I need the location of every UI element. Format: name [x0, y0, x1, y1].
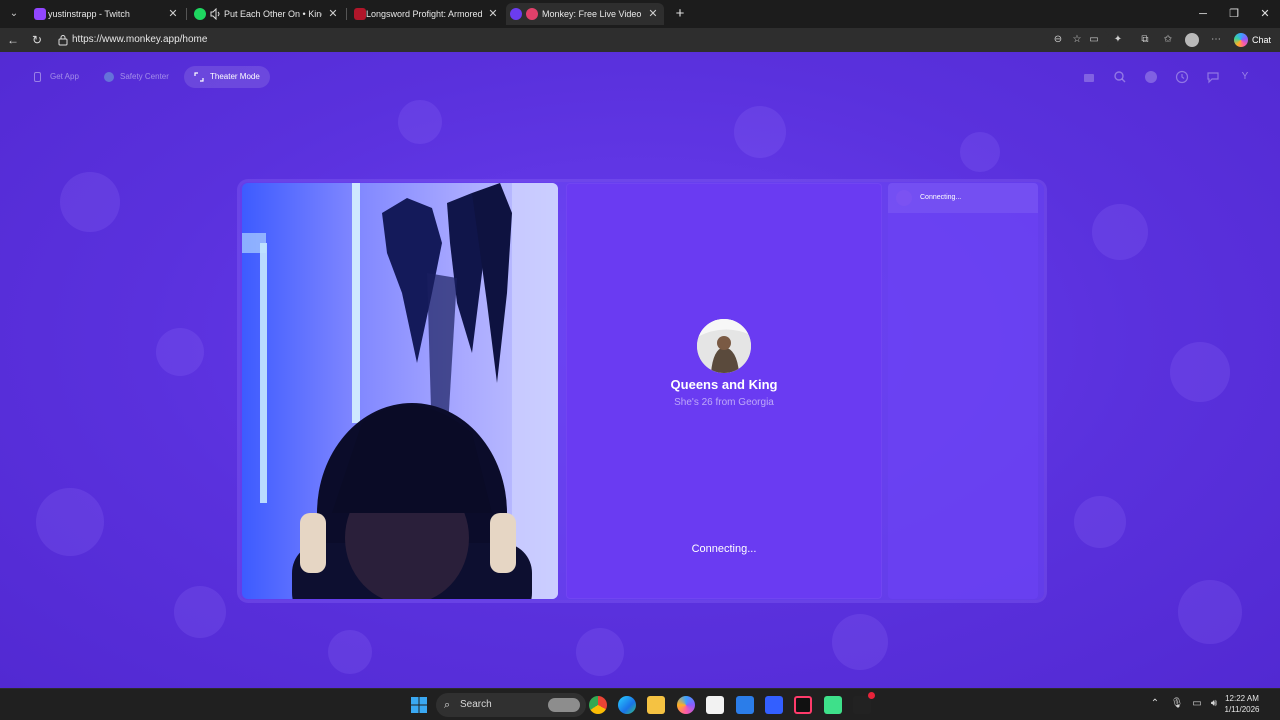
tab-title: Longsword Profight: Armored MM	[366, 9, 482, 19]
shop-icon[interactable]	[1082, 70, 1096, 84]
clock-time: 12:22 AM	[1225, 694, 1259, 703]
close-tab-icon[interactable]: ✕	[646, 3, 660, 25]
chrome-icon[interactable]	[589, 696, 607, 714]
close-window-icon[interactable]: ✕	[1250, 0, 1280, 28]
close-tab-icon[interactable]: ✕	[326, 3, 340, 25]
tab-separator	[346, 8, 347, 20]
safety-center-label: Safety Center	[120, 72, 169, 81]
friends-icon[interactable]	[1144, 70, 1158, 84]
shield-icon	[104, 72, 114, 82]
get-app-link[interactable]: Get App	[24, 66, 89, 88]
profile-button[interactable]: Y	[1238, 70, 1252, 84]
recording-icon	[526, 8, 538, 20]
tab-title: Monkey: Free Live Video Chat	[542, 9, 642, 19]
url-text[interactable]: https://www.monkey.app/home	[72, 30, 207, 50]
messages-icon[interactable]	[1206, 70, 1220, 84]
monkey-icon	[510, 8, 522, 20]
peer-avatar	[697, 319, 751, 373]
peer-name: Queens and King	[670, 377, 778, 392]
more-menu-icon[interactable]: ⋯	[1208, 32, 1224, 48]
network-icon[interactable]: ▭	[1190, 697, 1204, 711]
tab-title: yustinstrapp - Twitch	[48, 9, 130, 19]
expand-icon	[194, 72, 204, 82]
windows-taskbar: ⌕ Search ⌃ 🎙︎ ▭ 🔊︎ 12:22 AM 1/11/2026	[0, 688, 1280, 720]
start-windows-icon[interactable]	[410, 696, 428, 714]
spotify-icon	[194, 8, 206, 20]
system-clock[interactable]: 12:22 AM 1/11/2026	[1222, 693, 1262, 715]
microphone-icon[interactable]: 🎙︎	[1170, 697, 1184, 711]
youtube-icon	[354, 8, 366, 20]
tab-monkey[interactable]: Monkey: Free Live Video Chat ✕	[506, 3, 664, 25]
tab-title: Put Each Other On • King Hen	[224, 9, 322, 19]
chat-panel: Connecting...	[888, 183, 1038, 599]
app-triangle-icon[interactable]	[853, 692, 875, 714]
tab-separator	[186, 8, 187, 20]
file-explorer-icon[interactable]	[647, 696, 665, 714]
copilot-chat-button[interactable]: Chat	[1232, 30, 1276, 50]
minimize-icon[interactable]: ─	[1188, 0, 1218, 28]
search-highlight-icon	[548, 698, 580, 712]
get-app-label: Get App	[50, 72, 79, 81]
collections-icon[interactable]: ⧉	[1137, 32, 1153, 48]
chat-label: Chat	[1252, 35, 1272, 45]
chat-message-row: Connecting...	[888, 183, 1038, 213]
monkey-avatar-icon	[896, 190, 912, 206]
tab-actions-chevron-icon[interactable]: ⌄	[4, 4, 24, 24]
tab-twitch[interactable]: yustinstrapp - Twitch ✕	[28, 3, 184, 25]
notification-dot-icon	[868, 692, 875, 699]
phone-icon	[34, 72, 41, 82]
taskbar-search[interactable]: ⌕ Search	[436, 693, 586, 717]
self-camera-view	[242, 183, 558, 599]
theater-mode-button[interactable]: Theater Mode	[184, 66, 270, 88]
mail-icon[interactable]	[736, 696, 754, 714]
favorite-star-icon[interactable]: ☆	[1069, 32, 1085, 48]
url-bar[interactable]: https://www.monkey.app/home	[50, 30, 1110, 50]
app-green-icon[interactable]	[824, 696, 842, 714]
clock-date: 1/11/2026	[1224, 705, 1260, 714]
address-toolbar: ← ↻ https://www.monkey.app/home ⊖ ☆ ▭ ✦ …	[0, 28, 1280, 52]
camera-in-use-icon[interactable]: ▭	[1086, 32, 1102, 48]
copilot-icon	[1234, 33, 1248, 47]
zoom-icon[interactable]: ⊖	[1050, 32, 1066, 48]
close-tab-icon[interactable]: ✕	[486, 3, 500, 25]
theater-mode-label: Theater Mode	[210, 72, 260, 81]
profile-avatar-icon[interactable]	[1184, 32, 1200, 48]
tiktok-icon[interactable]	[794, 696, 812, 714]
monkey-page: Get App Safety Center Theater Mode Y Que…	[0, 52, 1280, 688]
roblox-icon[interactable]	[765, 696, 783, 714]
close-tab-icon[interactable]: ✕	[166, 3, 180, 25]
extensions-icon[interactable]: ✦	[1110, 32, 1126, 48]
search-icon[interactable]	[1113, 70, 1127, 84]
copilot-icon[interactable]	[677, 696, 695, 714]
tab-longsword[interactable]: Longsword Profight: Armored MM ✕	[348, 3, 504, 25]
site-info-icon[interactable]	[58, 34, 68, 46]
edge-icon[interactable]	[618, 696, 636, 714]
tab-spotify[interactable]: Put Each Other On • King Hen ✕	[188, 3, 344, 25]
show-hidden-icons-chevron-icon[interactable]: ⌃	[1148, 697, 1162, 711]
volume-icon[interactable]: 🔊︎	[1207, 697, 1221, 711]
peer-subtitle: She's 26 from Georgia	[674, 397, 774, 408]
new-tab-button[interactable]: +	[670, 4, 690, 24]
search-icon: ⌕	[444, 699, 451, 711]
safety-center-link[interactable]: Safety Center	[94, 66, 179, 88]
back-arrow-icon[interactable]: ←	[4, 31, 22, 49]
peer-avatar-image	[697, 319, 751, 373]
search-label: Search	[460, 699, 492, 710]
browser-tab-strip: ⌄ yustinstrapp - Twitch ✕ Put Each Other…	[0, 0, 1280, 28]
self-camera-feed	[242, 183, 558, 599]
connecting-status: Connecting...	[691, 543, 757, 555]
remote-video-area: Queens and King She's 26 from Georgia Co…	[566, 183, 882, 599]
favorites-icon[interactable]: ✩	[1160, 32, 1176, 48]
refresh-icon[interactable]: ↻	[28, 31, 46, 49]
microsoft-store-icon[interactable]	[706, 696, 724, 714]
history-clock-icon[interactable]	[1175, 70, 1189, 84]
twitch-icon	[34, 8, 46, 20]
speaker-icon[interactable]	[210, 8, 222, 20]
maximize-icon[interactable]: ❐	[1219, 0, 1249, 28]
chat-status-text: Connecting...	[920, 194, 962, 201]
